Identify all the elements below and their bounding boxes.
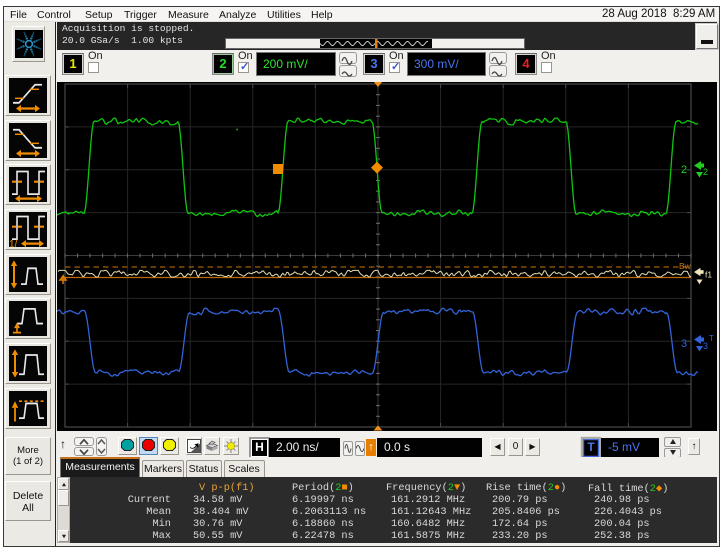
svg-text:3: 3 [681,338,687,350]
svg-text:T: T [709,334,714,343]
svg-text:2: 2 [703,167,708,177]
svg-text:f1: f1 [705,270,712,280]
svg-text:1/: 1/ [9,238,17,247]
svg-text:Bw: Bw [679,261,692,271]
svg-text:3: 3 [703,341,708,351]
svg-text:2: 2 [681,164,687,176]
